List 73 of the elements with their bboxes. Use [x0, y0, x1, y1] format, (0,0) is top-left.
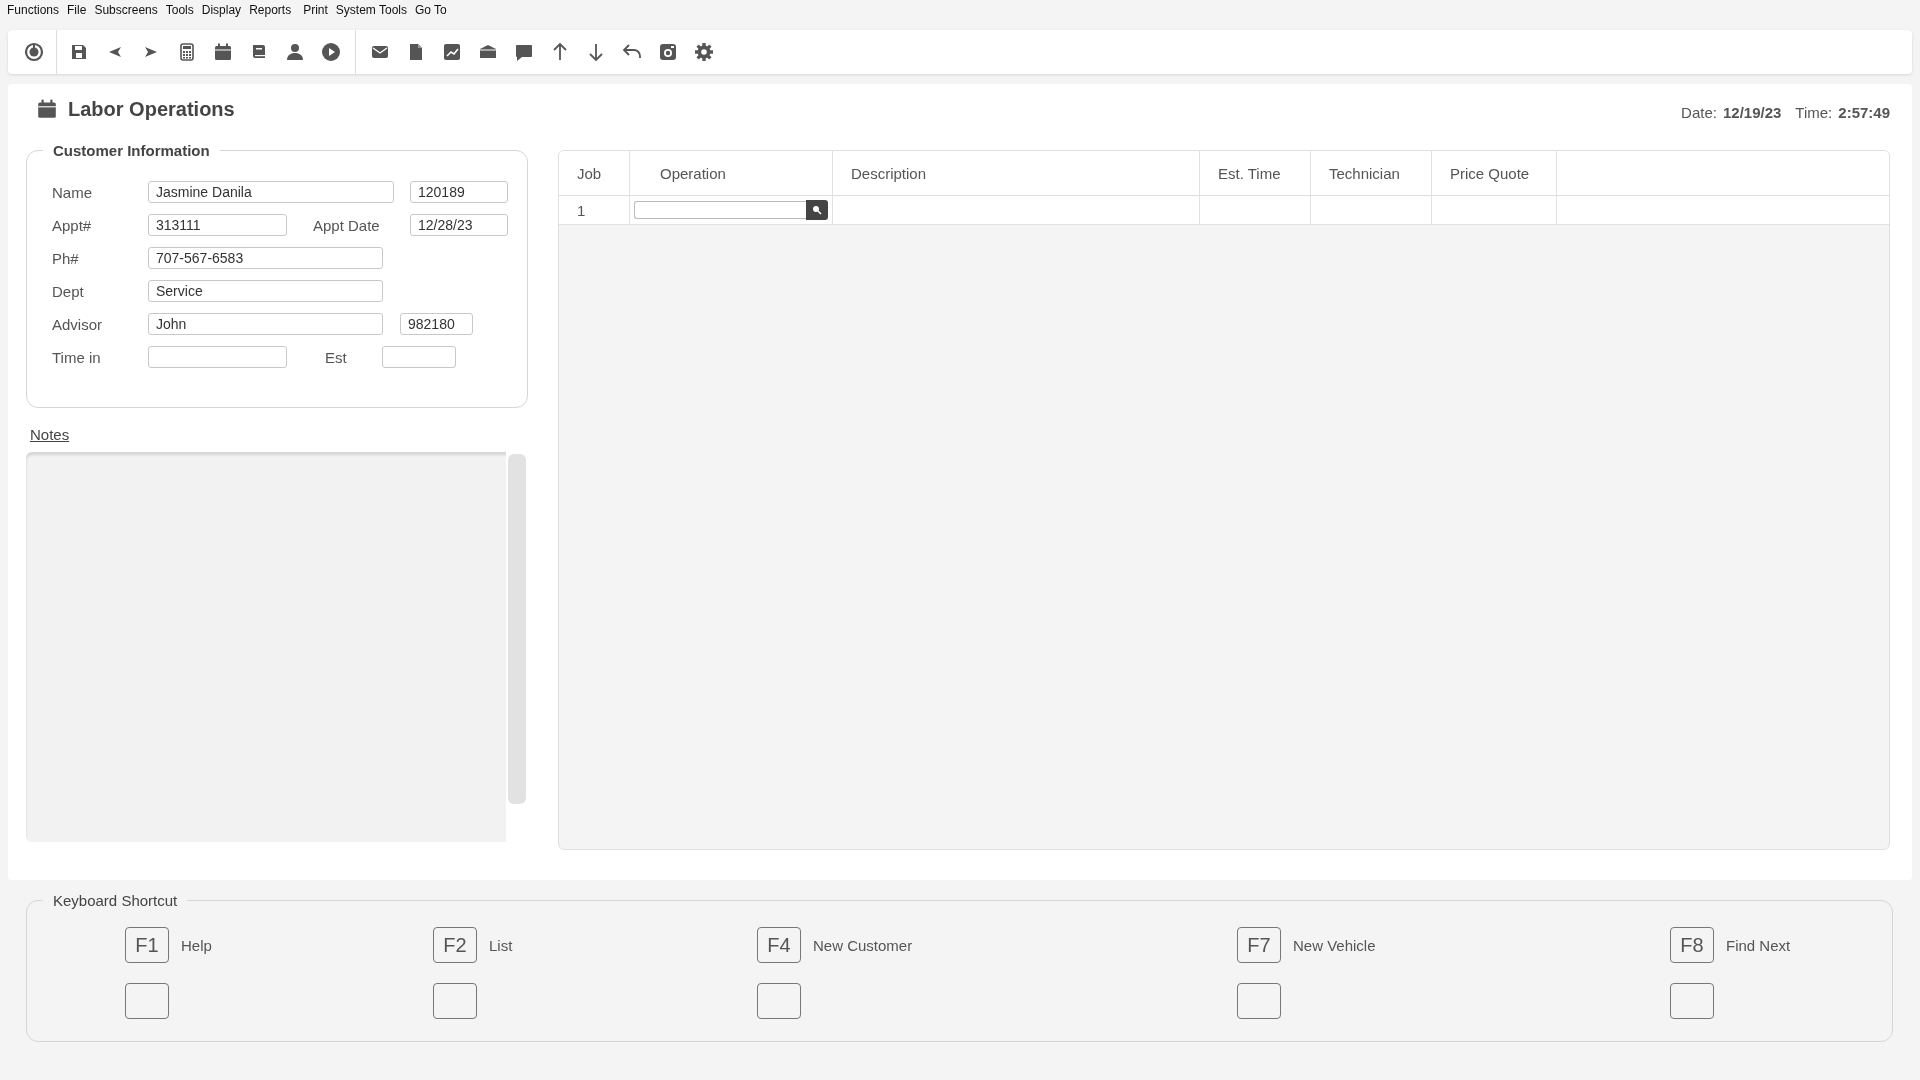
menu-item[interactable]: Reports: [249, 3, 292, 17]
column-header[interactable]: Description: [833, 151, 1200, 195]
field-label: Est: [325, 348, 348, 366]
field-label: Appt Date: [313, 216, 381, 234]
column-header[interactable]: Operation: [630, 151, 833, 195]
notes-link[interactable]: Notes: [30, 426, 70, 443]
calculator-icon: [177, 42, 197, 62]
text-field[interactable]: [148, 346, 287, 368]
time-value: 2:57:49: [1838, 103, 1890, 121]
calendar-icon: [36, 98, 58, 120]
menu-item[interactable]: Subscreens: [94, 3, 158, 17]
menu-item[interactable]: System Tools: [335, 3, 407, 17]
time-label: Time:: [1795, 103, 1833, 121]
chat-icon: [514, 42, 534, 62]
page-title: Labor Operations: [68, 97, 235, 121]
text-field[interactable]: Service: [148, 280, 383, 302]
column-header[interactable]: Job: [559, 151, 630, 195]
key-button[interactable]: F8: [1670, 927, 1714, 963]
field-label: Advisor: [52, 315, 104, 333]
column-header[interactable]: Technician: [1311, 151, 1432, 195]
field-label: Ph#: [52, 249, 80, 267]
date-label: Date:: [1681, 103, 1717, 121]
scrollbar-thumb[interactable]: [508, 454, 526, 804]
text-field[interactable]: 707-567-6583: [148, 247, 383, 269]
section-title: Customer Information: [43, 142, 220, 159]
field-label: Time in: [52, 348, 102, 366]
power-icon: [24, 42, 44, 62]
blank-key[interactable]: [757, 983, 801, 1019]
text-field[interactable]: 12/28/23: [410, 214, 508, 236]
section-title: Keyboard Shortcut: [43, 892, 188, 909]
search-button[interactable]: [806, 200, 828, 220]
blank-key[interactable]: [1670, 983, 1714, 1019]
play-icon: [321, 42, 341, 62]
blank-key[interactable]: [1237, 983, 1281, 1019]
column-header[interactable]: Price Quote: [1432, 151, 1557, 195]
field-label: Appt#: [52, 216, 93, 234]
text-field[interactable]: Jasmine Danila: [148, 181, 394, 203]
text-field[interactable]: 313111: [148, 214, 287, 236]
shortcut-label: New Vehicle: [1293, 936, 1376, 954]
field-label: Dept: [52, 282, 85, 300]
operation-field[interactable]: [634, 201, 806, 219]
blank-key[interactable]: [433, 983, 477, 1019]
menu-item[interactable]: Print: [303, 3, 328, 17]
down-arrow-icon: [586, 42, 606, 62]
key-button[interactable]: F1: [125, 927, 169, 963]
shortcut-label: Find Next: [1726, 936, 1791, 954]
settings-icon: [694, 42, 714, 62]
search-icon: [812, 205, 822, 215]
shortcut-label: List: [489, 936, 513, 954]
menu-item[interactable]: Tools: [165, 3, 194, 17]
chart-icon: [442, 42, 462, 62]
text-field[interactable]: [382, 346, 456, 368]
key-button[interactable]: F2: [433, 927, 477, 963]
text-field[interactable]: John: [148, 313, 383, 335]
menu-item[interactable]: File: [67, 3, 87, 17]
menu-item[interactable]: Go To: [415, 3, 447, 17]
save-icon: [69, 42, 89, 62]
field-label: Name: [52, 183, 93, 201]
date-value: 12/19/23: [1722, 103, 1782, 121]
shortcut-label: Help: [181, 936, 212, 954]
menu-item[interactable]: Display: [201, 3, 242, 17]
text-field[interactable]: 120189: [410, 181, 508, 203]
key-button[interactable]: F7: [1237, 927, 1281, 963]
key-button[interactable]: F4: [757, 927, 801, 963]
camera-icon: [658, 42, 678, 62]
menu-item[interactable]: Functions: [7, 3, 60, 17]
column-header[interactable]: Est. Time: [1200, 151, 1311, 195]
table-cell: 1: [559, 196, 630, 224]
blank-key[interactable]: [125, 983, 169, 1019]
calendar-icon: [213, 42, 233, 62]
text-field[interactable]: 982180: [400, 313, 473, 335]
shortcut-label: New Customer: [813, 936, 913, 954]
person-icon: [285, 42, 305, 62]
